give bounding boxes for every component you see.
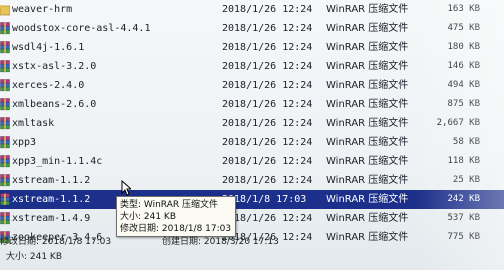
file-row-selected[interactable]: xstream-1.1.2 2018/1/8 17:03 WinRAR 压缩文件 24…	[0, 190, 504, 209]
winrar-archive-icon	[0, 136, 10, 149]
winrar-archive-icon	[0, 98, 10, 111]
file-row[interactable]: xstream-1.4.9 2018/1/26 12:24 WinRAR 压缩文件 5…	[0, 209, 504, 228]
file-size: 875 KB	[447, 99, 480, 109]
file-modified-date: 2018/1/26 12:24	[222, 42, 313, 53]
file-modified-date: 2018/1/26 12:24	[222, 4, 313, 15]
file-type: WinRAR 压缩文件	[326, 99, 409, 110]
file-size: 2,667 KB	[436, 118, 480, 128]
winrar-archive-icon	[0, 79, 10, 92]
file-explorer-window: weaver-hrm 2018/1/26 12:24 WinRAR 压缩文件 163 …	[0, 0, 504, 270]
file-size: 475 KB	[447, 23, 480, 33]
file-type: WinRAR 压缩文件	[326, 213, 409, 224]
file-modified-date: 2018/1/26 12:24	[222, 156, 313, 167]
details-created-date: 创建日期: 2018/3/20 17:13	[162, 237, 279, 247]
winrar-archive-icon	[0, 22, 10, 35]
file-row[interactable]: xmlbeans-2.6.0 2018/1/26 12:24 WinRAR 压缩文件…	[0, 95, 504, 114]
file-modified-date: 2018/1/26 12:24	[222, 118, 313, 129]
file-size: 537 KB	[447, 213, 480, 223]
file-name: xstx-asl-3.2.0	[12, 61, 97, 72]
file-type: WinRAR 压缩文件	[326, 42, 409, 53]
file-name: woodstox-core-asl-4.4.1	[12, 23, 151, 34]
file-name: xstream-1.4.9	[12, 213, 91, 224]
file-name: xstream-1.1.2	[12, 175, 91, 186]
file-name: xstream-1.1.2	[12, 194, 91, 205]
file-size: 163 KB	[447, 4, 480, 14]
file-type: WinRAR 压缩文件	[326, 80, 409, 91]
file-modified-date: 2018/1/26 12:24	[222, 80, 313, 91]
file-name: xpp3_min-1.1.4c	[12, 156, 103, 167]
file-row[interactable]: xpp3 2018/1/26 12:24 WinRAR 压缩文件 58 KB	[0, 133, 504, 152]
winrar-archive-icon	[0, 60, 10, 73]
file-name: xerces-2.4.0	[12, 80, 85, 91]
tooltip-type: 类型: WinRAR 压缩文件	[120, 200, 218, 210]
file-row[interactable]: xmltask 2018/1/26 12:24 WinRAR 压缩文件 2,667 K…	[0, 114, 504, 133]
file-row[interactable]: xerces-2.4.0 2018/1/26 12:24 WinRAR 压缩文件 49…	[0, 76, 504, 95]
file-modified-date: 2018/1/26 12:24	[222, 175, 313, 186]
mouse-cursor-icon	[121, 180, 131, 196]
file-type: WinRAR 压缩文件	[326, 61, 409, 72]
file-size: 494 KB	[447, 80, 480, 90]
file-type: WinRAR 压缩文件	[326, 194, 409, 205]
file-row[interactable]: xpp3_min-1.1.4c 2018/1/26 12:24 WinRAR 压缩文…	[0, 152, 504, 171]
file-type: WinRAR 压缩文件	[326, 118, 409, 129]
winrar-archive-icon	[0, 155, 10, 168]
file-name: xpp3	[12, 137, 37, 148]
winrar-archive-icon	[0, 193, 10, 206]
file-row[interactable]: wsdl4j-1.6.1 2018/1/26 12:24 WinRAR 压缩文件 18…	[0, 38, 504, 57]
file-size: 180 KB	[447, 42, 480, 52]
winrar-archive-icon	[0, 41, 10, 54]
details-size: 大小: 241 KB	[6, 252, 63, 262]
file-modified-date: 2018/1/26 12:24	[222, 61, 313, 72]
file-name: weaver-hrm	[12, 4, 73, 15]
file-list: weaver-hrm 2018/1/26 12:24 WinRAR 压缩文件 163 …	[0, 0, 504, 244]
file-row[interactable]: xstx-asl-3.2.0 2018/1/26 12:24 WinRAR 压缩文件…	[0, 57, 504, 76]
winrar-archive-icon	[0, 174, 10, 187]
winrar-archive-icon	[0, 212, 10, 225]
file-size: 118 KB	[447, 156, 480, 166]
file-name: wsdl4j-1.6.1	[12, 42, 85, 53]
file-type: WinRAR 压缩文件	[326, 4, 409, 15]
file-name: xmltask	[12, 118, 55, 129]
file-type: WinRAR 压缩文件	[326, 175, 409, 186]
file-type: WinRAR 压缩文件	[326, 23, 409, 34]
tooltip-size: 大小: 241 KB	[120, 212, 177, 222]
file-size: 242 KB	[447, 194, 480, 204]
file-type: WinRAR 压缩文件	[326, 156, 409, 167]
file-name: xmlbeans-2.6.0	[12, 99, 97, 110]
winrar-archive-icon	[0, 117, 10, 130]
file-size: 58 KB	[452, 137, 480, 147]
details-modified-date: 修改日期: 2018/1/8 17:03	[0, 237, 112, 247]
file-row[interactable]: woodstox-core-asl-4.4.1 2018/1/26 12:24 Wi…	[0, 19, 504, 38]
file-row[interactable]: xstream-1.1.2 2018/1/26 12:24 WinRAR 压缩文件 2…	[0, 171, 504, 190]
file-modified-date: 2018/1/26 12:24	[222, 23, 313, 34]
file-modified-date: 2018/1/26 12:24	[222, 99, 313, 110]
folder-icon	[0, 5, 10, 16]
file-modified-date: 2018/1/26 12:24	[222, 137, 313, 148]
file-size: 25 KB	[452, 175, 480, 185]
file-row[interactable]: weaver-hrm 2018/1/26 12:24 WinRAR 压缩文件 163 …	[0, 0, 504, 19]
file-size: 146 KB	[447, 61, 480, 71]
file-type: WinRAR 压缩文件	[326, 137, 409, 148]
details-pane: 修改日期: 2018/1/8 17:03 创建日期: 2018/3/20 17:…	[0, 228, 504, 270]
